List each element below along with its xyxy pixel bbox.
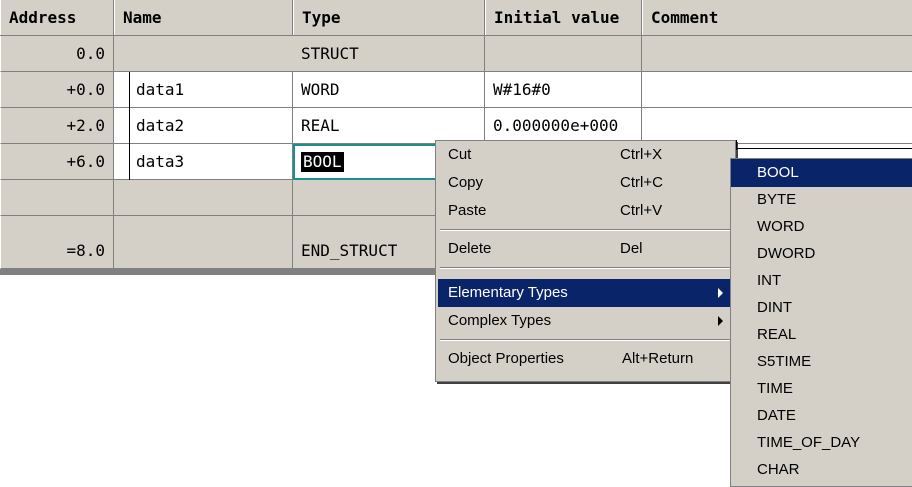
initial-value-cell[interactable]: W#16#0	[485, 72, 642, 108]
submenu-item-real[interactable]: REAL	[731, 321, 912, 349]
submenu-item-label: BOOL	[757, 164, 799, 181]
submenu-item-int[interactable]: INT	[731, 267, 912, 295]
initial-value-cell[interactable]: 0.000000e+000	[485, 108, 642, 144]
submenu-item-label: WORD	[757, 218, 805, 235]
menu-item-object-properties[interactable]: Object Properties Alt+Return	[438, 345, 733, 373]
menu-connector-line	[736, 148, 912, 149]
elementary-types-submenu: BOOL BYTE WORD DWORD INT DINT REAL S5TIM…	[730, 158, 912, 487]
address-cell	[0, 180, 114, 216]
address-cell: +2.0	[0, 108, 114, 144]
name-cell[interactable]	[114, 36, 293, 72]
comment-cell[interactable]	[642, 108, 912, 144]
submenu-item-label: S5TIME	[757, 353, 812, 370]
menu-item-copy[interactable]: Copy Ctrl+C	[438, 169, 733, 197]
submenu-item-dword[interactable]: DWORD	[731, 240, 912, 268]
struct-indent-line	[129, 144, 130, 180]
submenu-item-date[interactable]: DATE	[731, 402, 912, 430]
menu-item-shortcut: Ctrl+C	[620, 174, 663, 191]
table-row[interactable]: +2.0 data2 REAL 0.000000e+000	[0, 108, 912, 144]
submenu-item-label: REAL	[757, 326, 797, 343]
submenu-item-char[interactable]: CHAR	[731, 456, 912, 484]
table-row[interactable]: +0.0 data1 WORD W#16#0	[0, 72, 912, 108]
submenu-item-label: INT	[757, 272, 782, 289]
struct-indent-line	[129, 108, 130, 144]
menu-item-label: Paste	[448, 202, 487, 219]
name-cell[interactable]	[114, 180, 293, 216]
type-cell[interactable]: WORD	[293, 72, 485, 108]
submenu-arrow-icon	[718, 316, 723, 326]
menu-item-label: Object Properties	[448, 350, 564, 367]
context-menu: Cut Ctrl+X Copy Ctrl+C Paste Ctrl+V Dele…	[435, 140, 736, 382]
submenu-arrow-icon	[718, 288, 723, 298]
struct-indent-line	[129, 72, 130, 108]
type-cell[interactable]: REAL	[293, 108, 485, 144]
header-comment[interactable]: Comment	[642, 0, 912, 35]
header-type[interactable]: Type	[293, 0, 485, 35]
menu-item-elementary-types[interactable]: Elementary Types	[438, 279, 733, 307]
header-name[interactable]: Name	[114, 0, 293, 35]
submenu-item-bool[interactable]: BOOL	[731, 159, 912, 187]
address-cell: 0.0	[0, 36, 114, 72]
address-cell: =8.0	[0, 233, 114, 269]
type-cell[interactable]: STRUCT	[293, 36, 485, 72]
submenu-item-label: DINT	[757, 299, 792, 316]
name-cell[interactable]: data2	[114, 108, 293, 144]
menu-item-label: Cut	[448, 146, 472, 163]
name-cell[interactable]	[114, 233, 293, 269]
menu-item-complex-types[interactable]: Complex Types	[438, 307, 733, 335]
address-cell: +6.0	[0, 144, 114, 180]
submenu-item-label: CHAR	[757, 461, 800, 478]
menu-item-shortcut: Alt+Return	[622, 350, 694, 367]
menu-item-label: Copy	[448, 174, 484, 191]
submenu-item-label: TIME	[757, 380, 793, 397]
menu-item-label: Elementary Types	[448, 284, 568, 301]
menu-item-delete[interactable]: Delete Del	[438, 235, 733, 263]
submenu-item-label: DATE	[757, 407, 796, 424]
submenu-item-dint[interactable]: DINT	[731, 294, 912, 322]
menu-item-cut[interactable]: Cut Ctrl+X	[438, 141, 733, 169]
submenu-item-s5time[interactable]: S5TIME	[731, 348, 912, 376]
menu-separator	[440, 229, 731, 231]
submenu-item-label: DWORD	[757, 245, 816, 262]
header-address[interactable]: Address	[0, 0, 114, 35]
submenu-item-byte[interactable]: BYTE	[731, 186, 912, 214]
menu-item-label: Delete	[448, 240, 492, 257]
menu-item-shortcut: Ctrl+V	[620, 202, 663, 219]
submenu-item-time[interactable]: TIME	[731, 375, 912, 403]
menu-connector-tick	[736, 140, 737, 150]
submenu-item-label: BYTE	[757, 191, 797, 208]
address-cell: +0.0	[0, 72, 114, 108]
table-row[interactable]: 0.0 STRUCT	[0, 36, 912, 72]
menu-separator	[440, 267, 731, 269]
menu-item-shortcut: Ctrl+X	[620, 146, 663, 163]
menu-item-shortcut: Del	[620, 240, 643, 257]
header-initial-value[interactable]: Initial value	[485, 0, 642, 35]
menu-separator	[440, 339, 731, 341]
menu-item-label: Complex Types	[448, 312, 552, 329]
submenu-item-label: TIME_OF_DAY	[757, 434, 861, 451]
table-header: Address Name Type Initial value Comment	[0, 0, 912, 36]
menu-item-paste[interactable]: Paste Ctrl+V	[438, 197, 733, 225]
initial-value-cell[interactable]	[485, 36, 642, 72]
selected-type-text[interactable]: BOOL	[301, 152, 344, 172]
name-cell[interactable]: data1	[114, 72, 293, 108]
submenu-item-word[interactable]: WORD	[731, 213, 912, 241]
comment-cell[interactable]	[642, 72, 912, 108]
submenu-item-time-of-day[interactable]: TIME_OF_DAY	[731, 429, 912, 457]
comment-cell[interactable]	[642, 36, 912, 72]
name-cell[interactable]: data3	[114, 144, 293, 180]
